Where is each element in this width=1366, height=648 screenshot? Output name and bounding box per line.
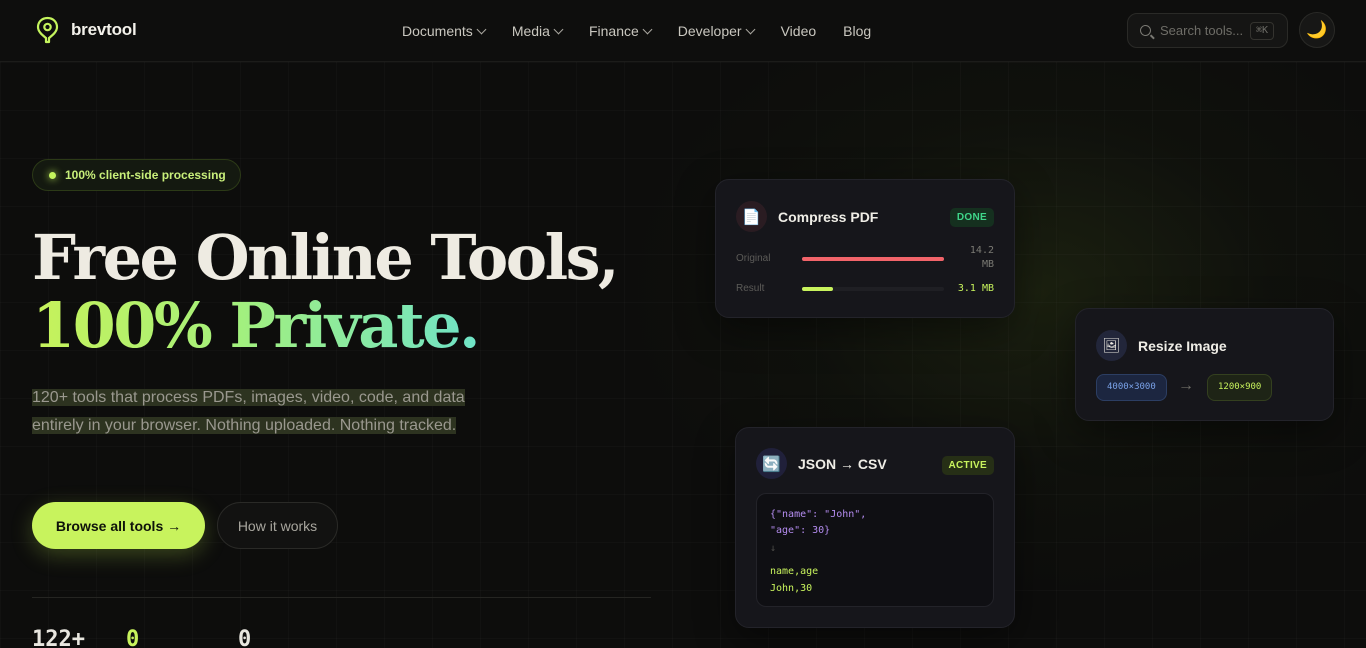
- hero-subtitle-text: 120+ tools that process PDFs, images, vi…: [32, 389, 465, 434]
- nav-finance[interactable]: Finance: [588, 23, 653, 39]
- search-input[interactable]: Search tools... ⌘K: [1127, 13, 1288, 48]
- stat-trackers-count: 0: [238, 627, 252, 648]
- theme-toggle-button[interactable]: 🌙: [1299, 12, 1335, 48]
- privacy-pill: 100% client-side processing: [32, 159, 241, 191]
- hero-title-line1: Free Online Tools,: [32, 221, 620, 294]
- search-shortcut: ⌘K: [1249, 22, 1274, 40]
- nav-video-label: Video: [780, 23, 817, 39]
- target-dimensions: 1200×900: [1207, 374, 1273, 401]
- nav-developer-label: Developer: [677, 23, 742, 39]
- main-menu: Documents Media Finance Developer Video …: [402, 0, 871, 62]
- result-size-bar-fill: [802, 287, 834, 291]
- hero-title: Free Online Tools, 100% Private.: [32, 221, 620, 362]
- chevron-down-icon: [476, 24, 487, 34]
- image-icon: 🖼: [1096, 330, 1127, 361]
- privacy-pill-text: 100% client-side processing: [65, 168, 226, 182]
- original-size-value: 14.2 MB: [969, 245, 994, 270]
- top-navbar: brevtool Documents Media Finance Develop…: [0, 0, 1366, 62]
- nav-video[interactable]: Video: [781, 23, 817, 39]
- csv-line: John,30: [770, 583, 813, 594]
- nav-blog-label: Blog: [843, 23, 872, 39]
- original-size-bar: [802, 257, 944, 261]
- compress-pdf-card: 📄 Compress PDF DONE Original 14.2 MB Res…: [715, 179, 1015, 318]
- stat-uploads-count: 0: [126, 627, 140, 648]
- original-dimensions: 4000×3000: [1096, 374, 1167, 401]
- hero-title-line2: 100% Private.: [32, 289, 481, 362]
- nav-media-label: Media: [511, 23, 550, 39]
- nav-media[interactable]: Media: [511, 23, 564, 39]
- search-placeholder: Search tools...: [1160, 23, 1244, 38]
- browse-tools-button[interactable]: Browse all tools →: [32, 502, 205, 549]
- original-label: Original: [736, 253, 771, 264]
- hero-subtitle: 120+ tools that process PDFs, images, vi…: [32, 384, 472, 440]
- compress-pdf-title: Compress PDF: [778, 208, 879, 225]
- arrow-right-icon: →: [1178, 377, 1194, 394]
- nav-finance-label: Finance: [588, 23, 639, 39]
- status-dot-icon: [49, 171, 56, 179]
- nav-developer[interactable]: Developer: [677, 23, 756, 39]
- json-line: "age": 30}: [770, 525, 831, 536]
- hero-divider: [32, 597, 651, 598]
- json-line: {"name": "John",: [770, 509, 867, 520]
- arrow-down-icon: ↓: [770, 543, 777, 554]
- original-size-bar-fill: [802, 257, 944, 261]
- nav-blog[interactable]: Blog: [843, 23, 871, 39]
- how-it-works-button[interactable]: How it works: [217, 502, 338, 549]
- brand-name: brevtool: [71, 20, 137, 39]
- result-label: Result: [736, 283, 765, 294]
- status-badge: DONE: [949, 208, 994, 227]
- status-badge: ACTIVE: [941, 456, 994, 475]
- nav-documents-label: Documents: [402, 23, 473, 39]
- csv-line: name,age: [770, 566, 819, 577]
- resize-image-card: 🖼 Resize Image 4000×3000 → 1200×900: [1075, 308, 1334, 421]
- json-to-csv-card: 🔄 JSON → CSV ACTIVE {"name": "John", "ag…: [735, 427, 1015, 628]
- convert-icon: 🔄: [756, 448, 787, 479]
- nav-documents[interactable]: Documents: [402, 23, 487, 39]
- location-pin-icon: [36, 16, 59, 44]
- json-to-csv-title: JSON → CSV: [798, 455, 887, 472]
- chevron-down-icon: [553, 24, 564, 34]
- search-icon: [1140, 25, 1151, 36]
- result-size-value: 3.1 MB: [957, 283, 994, 294]
- chevron-down-icon: [642, 24, 653, 34]
- resize-image-title: Resize Image: [1138, 337, 1227, 354]
- document-icon: 📄: [736, 201, 767, 232]
- chevron-down-icon: [745, 24, 756, 34]
- moon-icon: 🌙: [1306, 20, 1328, 39]
- code-preview: {"name": "John", "age": 30} ↓ name,age J…: [756, 493, 994, 607]
- brand-logo[interactable]: brevtool: [36, 16, 137, 44]
- result-size-bar: [802, 287, 944, 291]
- stat-tools-count: 122+: [32, 627, 85, 648]
